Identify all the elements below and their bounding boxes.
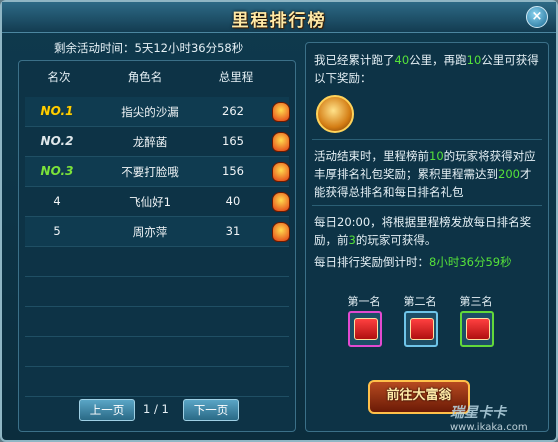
- daily-countdown-value: 8小时36分59秒: [429, 255, 512, 269]
- countdown-label: 剩余活动时间：: [54, 41, 135, 55]
- gift-box-icon: [466, 318, 490, 340]
- rank-number: 5: [53, 224, 61, 238]
- reward-bag-icon[interactable]: [272, 222, 290, 242]
- distance-value: 31: [225, 224, 241, 238]
- ranking-window: 里程排行榜 × 剩余活动时间：5天12小时36分58秒 名次 角色名 总里程 N…: [0, 0, 558, 442]
- close-button[interactable]: ×: [526, 6, 548, 28]
- table-row[interactable]: 5 周亦萍 31: [25, 217, 290, 247]
- rules-text: 活动结束时，里程榜前10的玩家将获得对应丰厚排名礼包奖励；累积里程需达到200才…: [314, 147, 540, 201]
- empty-row: [25, 277, 289, 307]
- first-prize-box[interactable]: [348, 311, 382, 347]
- info-panel: 我已经累计跑了40公里，再跑10公里可获得以下奖励： 活动结束时，里程榜前10的…: [305, 42, 549, 432]
- header-name: 角色名: [127, 70, 163, 84]
- tier-label-second: 第二名: [403, 295, 437, 308]
- table-row[interactable]: NO.1 指尖的沙漏 262: [25, 97, 290, 127]
- reward-bag-icon[interactable]: [272, 162, 290, 182]
- text-part: 的玩家可获得。: [355, 233, 437, 247]
- divider: [312, 205, 542, 206]
- distance-value: 165: [222, 134, 244, 148]
- rank-badge: NO.3: [40, 164, 74, 178]
- tier-label-third: 第三名: [459, 295, 493, 308]
- distance-value: 262: [222, 104, 244, 118]
- text-part: 活动结束时，里程榜前: [314, 149, 429, 163]
- table-header: 名次 角色名 总里程: [19, 69, 295, 87]
- gift-box-icon: [410, 318, 434, 340]
- tier-label-first: 第一名: [347, 295, 381, 308]
- text-highlight: 40: [394, 53, 410, 67]
- divider: [312, 139, 542, 140]
- third-prize-box[interactable]: [460, 311, 494, 347]
- window-title: 里程排行榜: [231, 11, 327, 31]
- text-highlight: 10: [466, 53, 482, 67]
- watermark-brand: 瑞星卡卡: [450, 405, 506, 421]
- player-name: 飞仙好1: [129, 195, 171, 209]
- reward-bag-icon[interactable]: [272, 102, 290, 122]
- rank-number: 4: [53, 194, 61, 208]
- player-name: 周亦萍: [132, 225, 168, 239]
- progress-text: 我已经累计跑了40公里，再跑10公里可获得以下奖励：: [314, 51, 540, 87]
- player-name: 指尖的沙漏: [121, 105, 179, 119]
- daily-countdown: 每日排行奖励倒计时：8小时36分59秒: [314, 253, 540, 271]
- ranking-rows: NO.1 指尖的沙漏 262 NO.2 龙醉菡 165 NO.3 不要打脸哦 1…: [25, 97, 290, 247]
- ranking-panel: 名次 角色名 总里程 NO.1 指尖的沙漏 262 NO.2 龙醉菡 165 N…: [18, 60, 296, 432]
- text-highlight: 10: [429, 149, 444, 163]
- rank-badge: NO.1: [40, 104, 74, 118]
- header-distance: 总里程: [218, 70, 254, 84]
- watermark-url: www.ikaka.com: [450, 422, 528, 433]
- text-highlight: 3: [348, 233, 356, 247]
- activity-countdown: 剩余活动时间：5天12小时36分58秒: [54, 40, 243, 56]
- text-part: 公里，再跑: [409, 53, 467, 67]
- table-row[interactable]: NO.2 龙醉菡 165: [25, 127, 290, 157]
- empty-row: [25, 337, 289, 367]
- empty-row: [25, 247, 289, 277]
- empty-row: [25, 367, 289, 397]
- prev-page-button[interactable]: 上一页: [79, 399, 135, 421]
- distance-value: 156: [222, 164, 244, 178]
- reward-bag-icon[interactable]: [272, 132, 290, 152]
- next-page-button[interactable]: 下一页: [183, 399, 239, 421]
- text-highlight: 200: [498, 167, 520, 181]
- table-row[interactable]: 4 飞仙好1 40: [25, 187, 290, 217]
- daily-rules-text: 每日20:00，将根据里程榜发放每日排名奖励，前3的玩家可获得。: [314, 213, 540, 249]
- table-row[interactable]: NO.3 不要打脸哦 156: [25, 157, 290, 187]
- countdown-value: 5天12小时36分58秒: [134, 41, 244, 55]
- reward-bag-icon[interactable]: [272, 192, 290, 212]
- rank-badge: NO.2: [40, 134, 74, 148]
- header-rank: 名次: [47, 70, 71, 84]
- title-bar: 里程排行榜 ×: [2, 2, 556, 33]
- empty-row: [25, 307, 289, 337]
- player-name: 龙醉菡: [132, 135, 168, 149]
- daily-countdown-label: 每日排行奖励倒计时：: [314, 255, 429, 269]
- reward-medal-icon[interactable]: [316, 95, 354, 133]
- second-prize-box[interactable]: [404, 311, 438, 347]
- empty-rows: [25, 247, 289, 397]
- player-name: 不要打脸哦: [121, 165, 179, 179]
- gift-box-icon: [354, 318, 378, 340]
- distance-value: 40: [225, 194, 241, 208]
- watermark-logo: 瑞星卡卡 www.ikaka.com: [450, 402, 550, 438]
- text-part: 我已经累计跑了: [314, 53, 395, 67]
- page-indicator: 1 / 1: [143, 402, 169, 416]
